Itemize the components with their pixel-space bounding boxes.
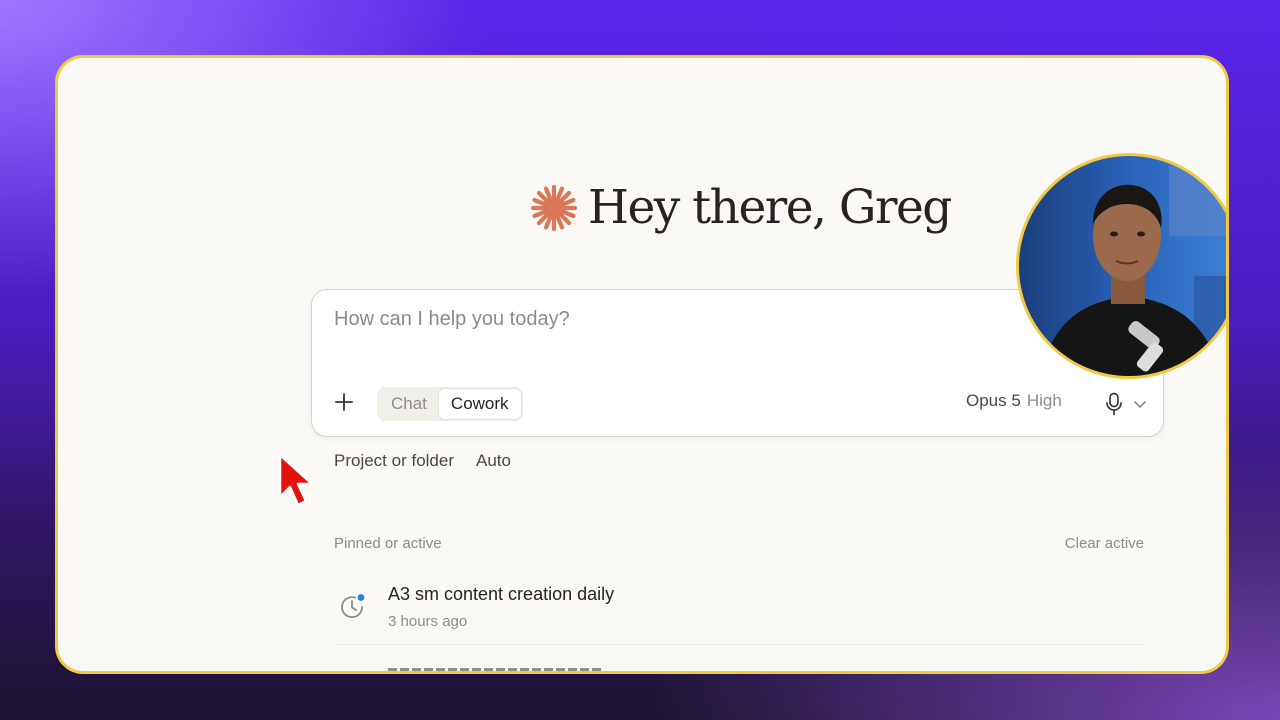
composer-options: Project or folder Auto bbox=[334, 451, 511, 471]
microphone-icon bbox=[1106, 392, 1122, 416]
mode-chat[interactable]: Chat bbox=[379, 389, 439, 419]
model-name: Opus 5 bbox=[966, 391, 1021, 410]
task-timestamp: 3 hours ago bbox=[388, 613, 468, 630]
prompt-input[interactable] bbox=[334, 308, 934, 331]
clock-icon bbox=[341, 594, 365, 619]
pinned-section-header: Pinned or active Clear active bbox=[334, 535, 1144, 552]
spark-logo-icon bbox=[530, 184, 578, 231]
chevron-down-icon[interactable] bbox=[1132, 396, 1148, 412]
app-window: Hey there, Greg Chat Cowork Opus 5 High bbox=[55, 55, 1229, 674]
section-title: Pinned or active bbox=[334, 535, 442, 552]
add-button[interactable] bbox=[328, 386, 360, 418]
model-effort: High bbox=[1026, 391, 1062, 410]
task-title: A3 sm content creation daily bbox=[388, 584, 615, 604]
greeting: Hey there, Greg bbox=[528, 180, 952, 235]
greeting-text: Hey there, Greg bbox=[588, 180, 952, 235]
plus-icon bbox=[335, 393, 353, 411]
webcam-overlay bbox=[1016, 153, 1226, 379]
mode-cowork[interactable]: Cowork bbox=[438, 389, 521, 419]
clear-active-button[interactable]: Clear active bbox=[1065, 535, 1144, 552]
task-list-item-partial bbox=[388, 664, 688, 671]
model-selector[interactable]: Opus 5 High bbox=[966, 391, 1062, 411]
project-folder-selector[interactable]: Project or folder bbox=[334, 451, 454, 471]
auto-mode-selector[interactable]: Auto bbox=[476, 451, 511, 471]
task-list-item[interactable]: A3 sm content creation daily 3 hours ago bbox=[334, 580, 1144, 645]
microphone-button[interactable] bbox=[1102, 390, 1126, 418]
mode-toggle: Chat Cowork bbox=[377, 387, 523, 421]
mouse-cursor-icon bbox=[278, 453, 314, 507]
